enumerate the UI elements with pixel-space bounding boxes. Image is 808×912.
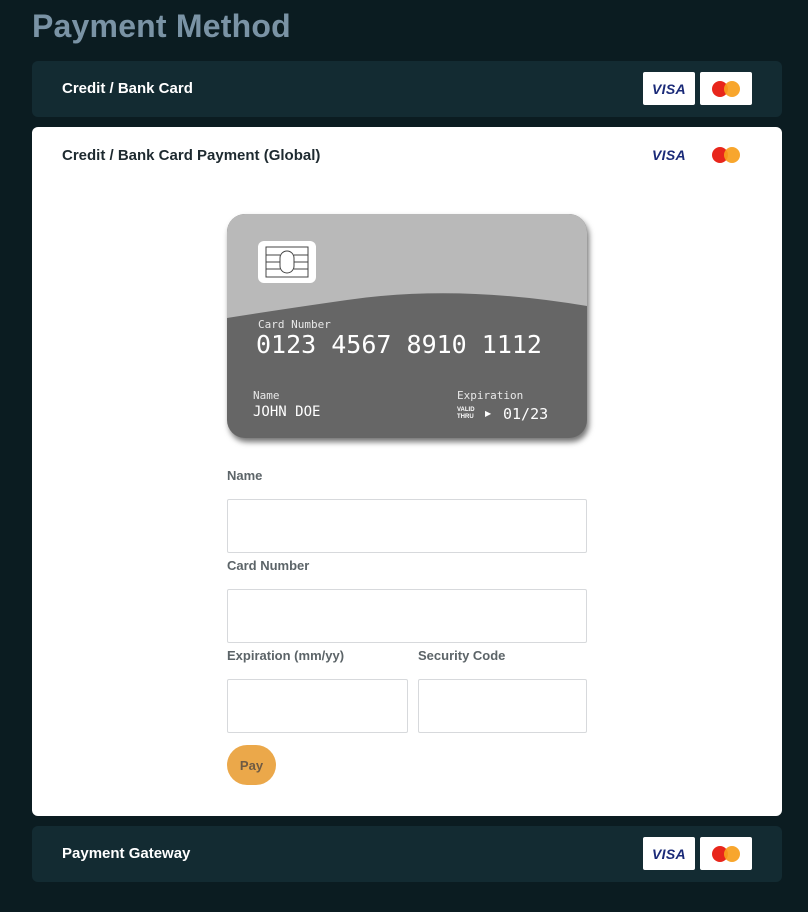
- payment-option-credit-bank-card[interactable]: Credit / Bank Card VISA: [32, 61, 782, 117]
- page-title: Payment Method: [32, 8, 291, 44]
- card-preview: Card Number 0123 4567 8910 1112 Name JOH…: [227, 214, 587, 438]
- payment-option-credit-bank-card-global: Credit / Bank Card Payment (Global) VISA: [32, 127, 782, 816]
- expiration-display: 01/23: [503, 405, 549, 423]
- card-number-input[interactable]: [227, 589, 587, 643]
- card-logos: VISA: [643, 138, 752, 171]
- expiration-caption: Expiration: [457, 389, 524, 402]
- arrow-icon: ▶: [485, 409, 492, 418]
- expiration-label: Expiration (mm/yy): [227, 648, 345, 663]
- cardholder-caption: Name: [253, 389, 280, 402]
- security-code-label: Security Code: [418, 648, 506, 663]
- card-logos: VISA: [643, 72, 752, 105]
- visa-logo: VISA: [643, 837, 695, 870]
- payment-option-label: Credit / Bank Card: [62, 80, 193, 97]
- card-logos: VISA: [643, 837, 752, 870]
- name-label: Name: [227, 468, 263, 483]
- payment-option-label: Payment Gateway: [62, 845, 191, 862]
- payment-option-label[interactable]: Credit / Bank Card Payment (Global): [62, 147, 320, 164]
- pay-button[interactable]: Pay: [227, 745, 276, 785]
- payment-option-payment-gateway[interactable]: Payment Gateway VISA: [32, 826, 782, 882]
- valid-thru-label: VALID THRU: [457, 407, 475, 420]
- mastercard-logo: [700, 72, 752, 105]
- mastercard-logo: [700, 837, 752, 870]
- chip-icon: [258, 241, 316, 283]
- name-input[interactable]: [227, 499, 587, 553]
- visa-logo: VISA: [643, 72, 695, 105]
- card-number-label: Card Number: [227, 558, 310, 573]
- visa-logo: VISA: [652, 146, 686, 163]
- mastercard-logo: [700, 138, 752, 171]
- card-number-display: 0123 4567 8910 1112: [256, 330, 542, 359]
- expiration-input[interactable]: [227, 679, 408, 733]
- security-code-input[interactable]: [418, 679, 587, 733]
- cardholder-name-display: JOHN DOE: [253, 404, 321, 420]
